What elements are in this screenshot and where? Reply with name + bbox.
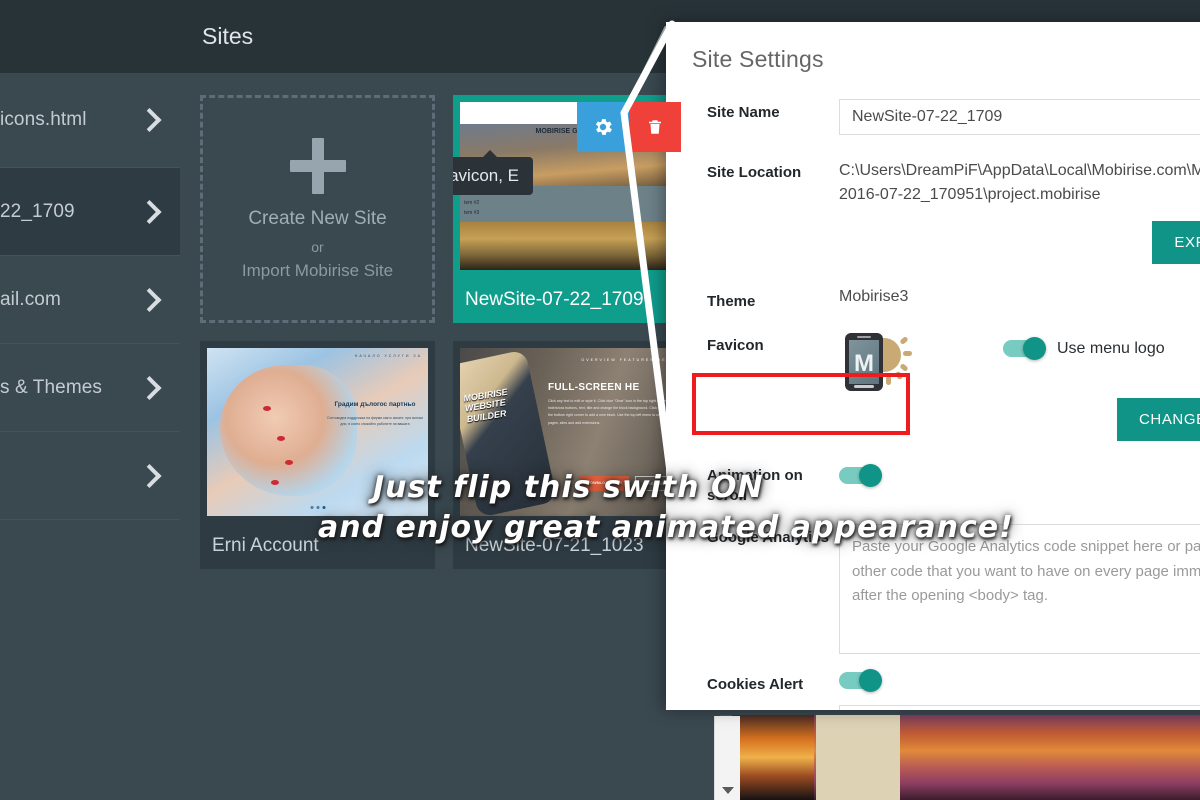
- site-name-label: Site Name: [707, 104, 780, 121]
- gear-icon[interactable]: [577, 102, 629, 152]
- thumb-hero: [220, 364, 358, 496]
- create-new-site-or: or: [311, 238, 324, 255]
- create-new-site-label: Create New Site: [248, 207, 387, 229]
- thumb-nav: OVERVIEW FEATURES HELP: [581, 358, 675, 362]
- site-location-label: Site Location: [707, 164, 802, 181]
- sidebar-item-3[interactable]: s & Themes: [0, 344, 180, 432]
- site-card-actions: [577, 102, 681, 152]
- trash-icon[interactable]: [629, 102, 681, 152]
- theme-label: Theme: [707, 292, 756, 310]
- site-settings-dialog: Site Settings Site Name NewSite-07-22_17…: [666, 22, 1200, 710]
- animation-on-scroll-toggle[interactable]: [839, 463, 882, 487]
- thumb-carousel-dots: [310, 506, 325, 509]
- chevron-right-icon: [137, 199, 162, 224]
- theme-value: Mobirise3: [839, 287, 909, 305]
- sidebar-item-2[interactable]: ail.com: [0, 256, 180, 344]
- page-title: Sites: [202, 23, 254, 49]
- annotation-line-1: Just flip this swith ON: [373, 470, 764, 505]
- sidebar-item-label: icons.html: [0, 109, 87, 130]
- thumb-footer-image: [460, 222, 681, 270]
- theme-field-wrap: Mobirise3: [839, 288, 1200, 312]
- thumb-nav: НАЧАЛО УСЛУГИ ЗА: [354, 354, 422, 358]
- site-card-newsite-07-22-1709[interactable]: MOBIRISE GIVES YO tem #1 tem #2 tem #3: [453, 95, 688, 323]
- thumb-heading: Градим дълогос партньо: [334, 401, 416, 408]
- animation-on-scroll-highlight: [692, 373, 910, 435]
- site-location-value: C:\Users\DreamPiF\AppData\Local\Mobirise…: [839, 162, 1200, 204]
- thumb-menu-item: tem #2: [464, 200, 480, 206]
- scroll-down-arrow-icon[interactable]: [721, 787, 734, 794]
- chevron-right-icon: [137, 375, 162, 400]
- sidebar-item-label: 22_1709: [0, 201, 75, 222]
- cookies-alert-field-wrap: We use cookies to give you the best expe…: [839, 668, 1200, 710]
- sidebar-item-label: s & Themes: [0, 377, 103, 398]
- change-favicon-button[interactable]: CHANGE FAVICO: [1116, 397, 1200, 441]
- chevron-right-icon: [137, 107, 162, 133]
- sidebar-item-4[interactable]: [0, 432, 180, 520]
- use-menu-logo-label: Use menu logo: [1057, 339, 1165, 357]
- site-card-tooltip: Rename, Favicon, E: [453, 150, 534, 195]
- cookies-alert-textarea[interactable]: We use cookies to give you the best expe…: [839, 705, 1200, 710]
- thumb-phone-text: MOBIRISE WEBSITE BUILDER: [462, 386, 509, 425]
- use-menu-logo-toggle[interactable]: [1003, 337, 1046, 361]
- thumb-subtext: Счетоводна поддръжка на фирми както иска…: [327, 415, 423, 427]
- animation-toggle-wrap: [839, 462, 1200, 507]
- theme-row: Theme Mobirise3: [666, 288, 1200, 312]
- thumb-heading: FULL-SCREEN HE: [548, 382, 640, 393]
- site-name-input[interactable]: NewSite-07-22_1709: [839, 99, 1200, 135]
- site-location-field-wrap: C:\Users\DreamPiF\AppData\Local\Mobirise…: [839, 159, 1200, 264]
- site-card-name: NewSite-07-22_1709: [465, 289, 644, 310]
- thumb-subtext: Click any text to edit or style it. Clic…: [548, 399, 674, 425]
- background-image-strip-left: [732, 715, 814, 800]
- thumb-menu-item: tem #3: [464, 210, 480, 216]
- cookies-alert-row: Cookies Alert We use cookies to give you…: [666, 668, 1200, 710]
- app-root: icons.html 22_1709 ail.com s & Themes Si…: [0, 0, 1200, 800]
- background-image-strip-mid: [816, 715, 900, 800]
- site-name-field-wrap: NewSite-07-22_1709: [839, 99, 1200, 135]
- chevron-right-icon: [137, 287, 162, 312]
- site-location-row: Site Location C:\Users\DreamPiF\AppData\…: [666, 159, 1200, 264]
- annotation-line-2: and enjoy great animated appearance!: [318, 510, 1014, 545]
- phone-speaker: [857, 335, 871, 338]
- sidebar-header: [0, 0, 180, 73]
- dialog-title: Site Settings: [692, 46, 824, 72]
- thumb-text: Градим дълогос партньо Счетоводна поддръ…: [326, 400, 424, 427]
- sidebar: icons.html 22_1709 ail.com s & Themes: [0, 0, 180, 800]
- site-name-row: Site Name NewSite-07-22_1709: [666, 99, 1200, 135]
- cookies-alert-label: Cookies Alert: [707, 676, 804, 694]
- sidebar-item-0[interactable]: icons.html: [0, 73, 180, 168]
- export-site-button[interactable]: EXPORT SIT: [1152, 220, 1200, 264]
- sidebar-item-1[interactable]: 22_1709: [0, 168, 180, 256]
- plus-icon: [289, 137, 346, 194]
- cookies-alert-toggle[interactable]: [839, 668, 882, 692]
- import-mobirise-site-label[interactable]: Import Mobirise Site: [242, 261, 393, 281]
- sidebar-item-label: ail.com: [0, 289, 61, 310]
- thumb-text: FULL-SCREEN HE Click any text to edit or…: [548, 382, 675, 427]
- vertical-scrollbar[interactable]: [714, 716, 740, 800]
- chevron-right-icon: [137, 463, 162, 488]
- create-new-site-card[interactable]: Create New Site or Import Mobirise Site: [200, 95, 435, 323]
